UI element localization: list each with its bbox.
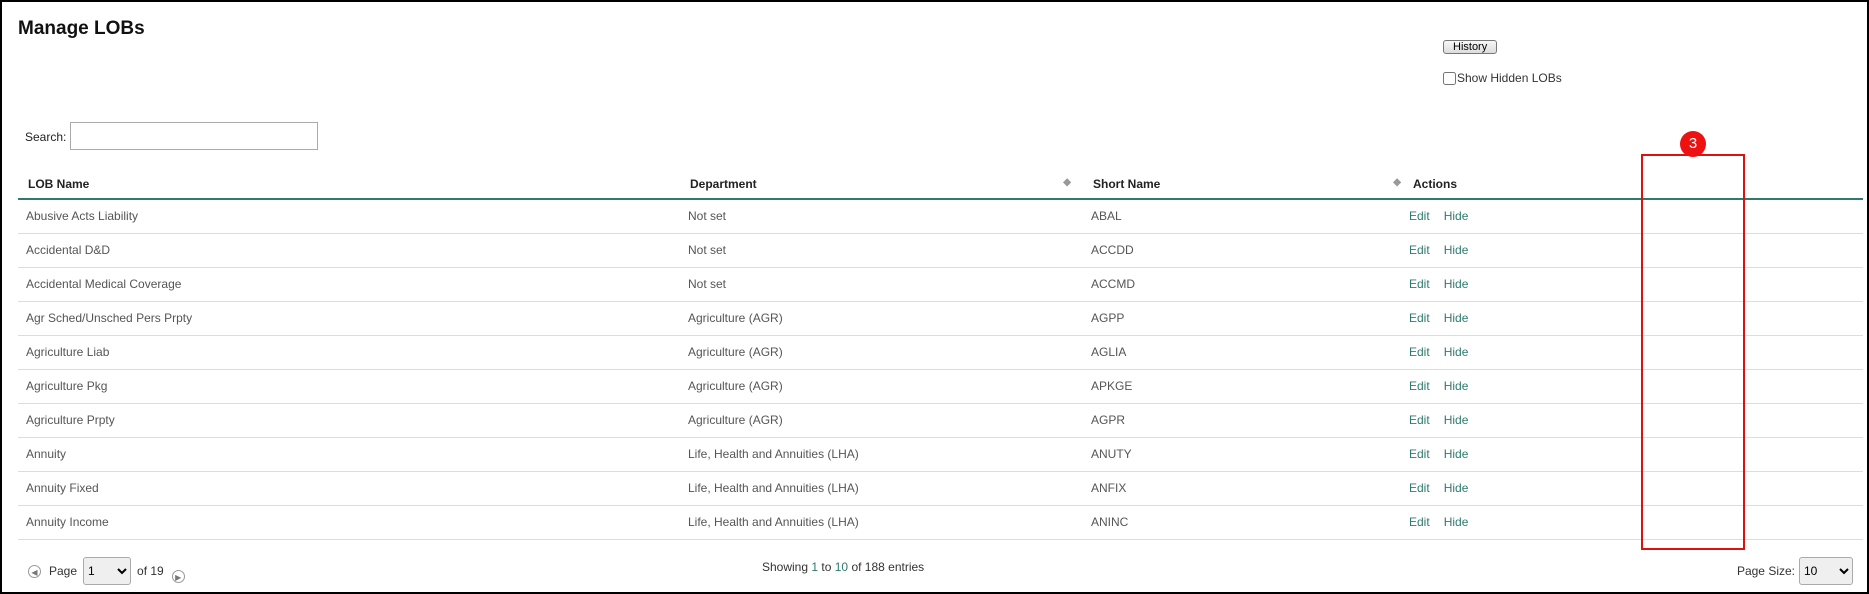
- hide-link[interactable]: Hide: [1444, 243, 1469, 257]
- lob-table: LOB Name Department ◆ Short Name ◆ Actions…: [18, 169, 1863, 540]
- lob-name-cell: Annuity Fixed: [18, 471, 680, 506]
- short-name-cell: ACCDD: [1083, 233, 1383, 268]
- table-row: Agriculture Liab Agriculture (AGR) AGLIA…: [18, 335, 1863, 370]
- table-row: Agriculture Prpty Agriculture (AGR) AGPR…: [18, 403, 1863, 438]
- edit-link[interactable]: Edit: [1409, 413, 1430, 427]
- actions-cell: Edit Hide: [1383, 301, 1863, 336]
- department-cell: Life, Health and Annuities (LHA): [680, 471, 1083, 506]
- department-cell: Agriculture (AGR): [680, 369, 1083, 404]
- show-hidden-label: Show Hidden LOBs: [1457, 71, 1562, 85]
- hide-link[interactable]: Hide: [1444, 515, 1469, 529]
- actions-cell: Edit Hide: [1383, 403, 1863, 438]
- table-row: Agr Sched/Unsched Pers Prpty Agriculture…: [18, 301, 1863, 336]
- actions-cell: Edit Hide: [1383, 505, 1863, 540]
- table-row: Accidental Medical Coverage Not set ACCM…: [18, 267, 1863, 302]
- search-input[interactable]: [70, 122, 318, 150]
- annotation-badge: 3: [1680, 131, 1706, 157]
- department-cell: Agriculture (AGR): [680, 403, 1083, 438]
- actions-cell: Edit Hide: [1383, 267, 1863, 302]
- lob-name-cell: Accidental Medical Coverage: [18, 267, 680, 302]
- page-count-label: of 19: [137, 564, 164, 578]
- show-hidden-checkbox[interactable]: [1443, 71, 1456, 85]
- short-name-cell: ANINC: [1083, 505, 1383, 540]
- table-row: Annuity Income Life, Health and Annuitie…: [18, 505, 1863, 540]
- department-cell: Not set: [680, 199, 1083, 234]
- lob-name-cell: Agriculture Liab: [18, 335, 680, 370]
- department-cell: Not set: [680, 267, 1083, 302]
- history-button[interactable]: History: [1443, 40, 1498, 54]
- edit-link[interactable]: Edit: [1409, 379, 1430, 393]
- lob-name-cell: Agr Sched/Unsched Pers Prpty: [18, 301, 680, 336]
- hide-link[interactable]: Hide: [1444, 311, 1469, 325]
- page-label: Page: [49, 564, 78, 578]
- lob-name-cell: Agriculture Prpty: [18, 403, 680, 438]
- page-frame: Manage LOBs History Show Hidden LOBs Sea…: [0, 0, 1869, 594]
- column-header-short-name[interactable]: Short Name ◆: [1083, 169, 1401, 200]
- next-page-icon[interactable]: ▶: [171, 569, 185, 583]
- short-name-cell: ACCMD: [1083, 267, 1383, 302]
- actions-cell: Edit Hide: [1383, 437, 1863, 472]
- sort-icon: ◆: [1063, 177, 1071, 188]
- edit-link[interactable]: Edit: [1409, 447, 1430, 461]
- page-size-label: Page Size:: [1736, 564, 1795, 578]
- actions-cell: Edit Hide: [1383, 471, 1863, 506]
- edit-link[interactable]: Edit: [1409, 243, 1430, 257]
- actions-cell: Edit Hide: [1383, 335, 1863, 370]
- lob-name-cell: Abusive Acts Liability: [18, 199, 680, 234]
- edit-link[interactable]: Edit: [1409, 345, 1430, 359]
- short-name-cell: ANUTY: [1083, 437, 1383, 472]
- hide-link[interactable]: Hide: [1444, 209, 1469, 223]
- table-row: Accidental D&D Not set ACCDD Edit Hide: [18, 233, 1863, 268]
- short-name-cell: ANFIX: [1083, 471, 1383, 506]
- hide-link[interactable]: Hide: [1444, 447, 1469, 461]
- hide-link[interactable]: Hide: [1444, 277, 1469, 291]
- pagination-controls: ◀ Page 1 of 19 ▶: [28, 557, 185, 585]
- hide-link[interactable]: Hide: [1444, 481, 1469, 495]
- lob-name-cell: Annuity: [18, 437, 680, 472]
- table-row: Abusive Acts Liability Not set ABAL Edit…: [18, 199, 1863, 234]
- hide-link[interactable]: Hide: [1444, 379, 1469, 393]
- prev-page-icon[interactable]: ◀: [28, 564, 41, 578]
- column-header-lob-name[interactable]: LOB Name: [18, 169, 680, 200]
- department-cell: Not set: [680, 233, 1083, 268]
- edit-link[interactable]: Edit: [1409, 277, 1430, 291]
- table-row: Agriculture Pkg Agriculture (AGR) APKGE …: [18, 369, 1863, 404]
- page-size-select[interactable]: 10: [1799, 557, 1853, 585]
- edit-link[interactable]: Edit: [1409, 209, 1430, 223]
- hide-link[interactable]: Hide: [1444, 345, 1469, 359]
- short-name-cell: APKGE: [1083, 369, 1383, 404]
- actions-cell: Edit Hide: [1383, 369, 1863, 404]
- lob-name-cell: Annuity Income: [18, 505, 680, 540]
- department-cell: Agriculture (AGR): [680, 335, 1083, 370]
- column-header-actions: Actions: [1383, 169, 1863, 200]
- column-header-department[interactable]: Department ◆: [680, 169, 1083, 200]
- short-name-cell: ABAL: [1083, 199, 1383, 234]
- hide-link[interactable]: Hide: [1444, 413, 1469, 427]
- short-name-cell: AGPR: [1083, 403, 1383, 438]
- table-row: Annuity Life, Health and Annuities (LHA)…: [18, 437, 1863, 472]
- edit-link[interactable]: Edit: [1409, 481, 1430, 495]
- edit-link[interactable]: Edit: [1409, 515, 1430, 529]
- actions-cell: Edit Hide: [1383, 233, 1863, 268]
- edit-link[interactable]: Edit: [1409, 311, 1430, 325]
- short-name-cell: AGLIA: [1083, 335, 1383, 370]
- table-header-row: LOB Name Department ◆ Short Name ◆ Actions: [18, 169, 1863, 200]
- table-row: Annuity Fixed Life, Health and Annuities…: [18, 471, 1863, 506]
- lob-name-cell: Agriculture Pkg: [18, 369, 680, 404]
- page-title: Manage LOBs: [18, 18, 145, 39]
- page-select[interactable]: 1: [83, 557, 132, 585]
- entries-summary: Showing 1 to 10 of 188 entries: [762, 560, 925, 574]
- lob-name-cell: Accidental D&D: [18, 233, 680, 268]
- actions-cell: Edit Hide: [1383, 199, 1863, 234]
- department-cell: Life, Health and Annuities (LHA): [680, 437, 1083, 472]
- page-size-control: Page Size: 10: [1737, 557, 1853, 585]
- short-name-cell: AGPP: [1083, 301, 1383, 336]
- search-label: Search:: [25, 130, 67, 144]
- show-hidden-toggle[interactable]: Show Hidden LOBs: [1443, 71, 1562, 85]
- department-cell: Life, Health and Annuities (LHA): [680, 505, 1083, 540]
- department-cell: Agriculture (AGR): [680, 301, 1083, 336]
